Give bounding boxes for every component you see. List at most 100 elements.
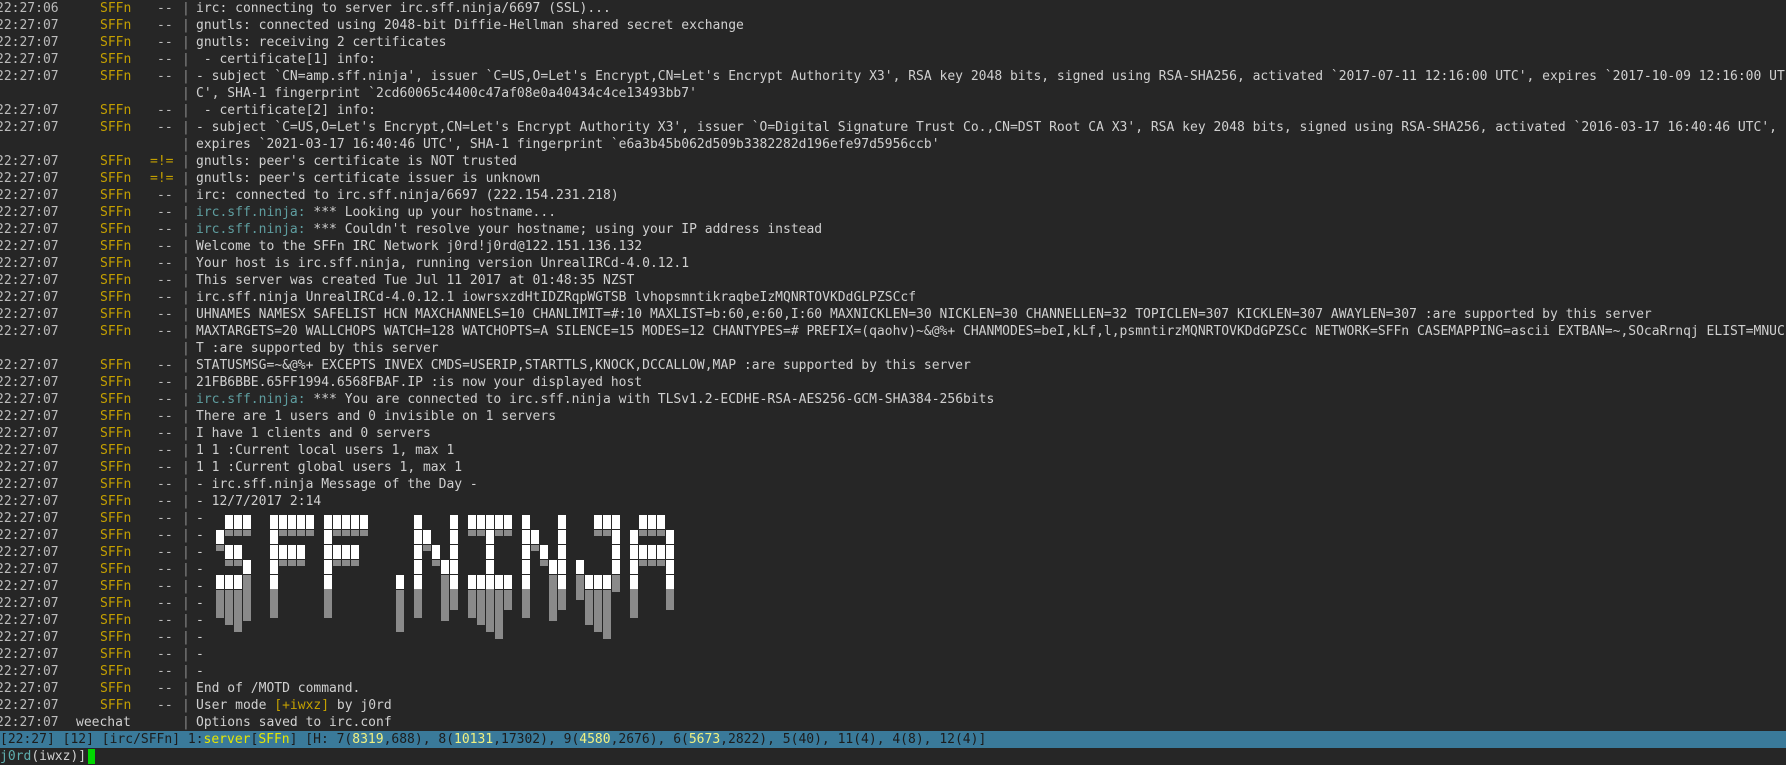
log-nick: SFFn xyxy=(100,647,132,662)
log-separator: | xyxy=(182,647,190,662)
log-separator: | xyxy=(182,596,190,611)
art-drip xyxy=(603,530,611,536)
art-drip xyxy=(243,575,251,621)
log-separator: | xyxy=(182,375,190,390)
log-prefix: -- xyxy=(157,426,173,441)
log-message: irc.sff.ninja: *** You are connected to … xyxy=(196,392,995,407)
art-drip xyxy=(234,590,242,632)
log-separator: | xyxy=(182,511,190,526)
log-line: 22:27:07 SFFn -- | Your host is irc.sff.ninj… xyxy=(0,255,1786,272)
status-buffer-count: [12] xyxy=(62,732,94,747)
log-separator: | xyxy=(182,630,190,645)
log-message: - certificate[2] info: xyxy=(196,103,377,118)
log-message: - 12/7/2017 2:14 xyxy=(196,494,322,509)
log-nick: SFFn xyxy=(100,35,132,50)
log-prefix: -- xyxy=(157,239,173,254)
art-block xyxy=(540,545,548,559)
log-line: 22:27:07 SFFn -- | This server was created T… xyxy=(0,272,1786,289)
art-block xyxy=(342,515,350,529)
log-separator: | xyxy=(182,460,190,475)
art-block xyxy=(639,515,647,529)
log-timestamp: 22:27:07 xyxy=(0,528,59,543)
log-timestamp: 22:27:07 xyxy=(0,52,59,67)
art-drip xyxy=(225,560,233,566)
log-timestamp: 22:27:07 xyxy=(0,426,59,441)
art-block xyxy=(468,515,476,529)
log-line: 22:27:07 SFFn -- | - certificate[1] info: xyxy=(0,51,1786,68)
log-nick: SFFn xyxy=(100,409,132,424)
input-bar[interactable]: j0rd(iwxz)] xyxy=(0,748,1786,765)
art-drip xyxy=(414,590,422,618)
log-timestamp: 22:27:07 xyxy=(0,375,59,390)
art-drip xyxy=(594,530,602,536)
art-block xyxy=(450,560,458,574)
input-nick: j0rd xyxy=(0,749,32,764)
log-timestamp: 22:27:07 xyxy=(0,647,59,662)
log-separator: | xyxy=(182,307,190,322)
log-nick: SFFn xyxy=(100,579,132,594)
log-message: irc: connected to irc.sff.ninja/6697 (22… xyxy=(196,188,619,203)
art-block xyxy=(270,515,278,529)
log-nick: SFFn xyxy=(100,528,132,543)
art-drip xyxy=(333,530,341,536)
log-prefix: -- xyxy=(157,188,173,203)
art-block xyxy=(306,515,314,529)
art-drip xyxy=(666,590,674,610)
log-timestamp: 22:27:07 xyxy=(0,18,59,33)
log-separator: | xyxy=(182,324,190,339)
art-block xyxy=(216,530,224,544)
log-message: gnutls: connected using 2048-bit Diffie-… xyxy=(196,18,744,33)
log-nick: SFFn xyxy=(100,103,132,118)
art-block xyxy=(432,545,440,559)
log-timestamp: 22:27:07 xyxy=(0,103,59,118)
log-nick: SFFn xyxy=(100,324,132,339)
art-block xyxy=(468,575,476,589)
art-block xyxy=(450,530,458,544)
art-block xyxy=(270,575,278,589)
art-block xyxy=(594,515,602,529)
log-separator: | xyxy=(182,290,190,305)
log-separator: | xyxy=(182,528,190,543)
log-nick: SFFn xyxy=(100,613,132,628)
server-host: irc.sff.ninja: xyxy=(196,222,306,237)
art-block xyxy=(558,545,566,559)
art-drip xyxy=(657,530,665,536)
log-separator: | xyxy=(182,409,190,424)
log-message: gnutls: receiving 2 certificates xyxy=(196,35,447,50)
log-timestamp: 22:27:07 xyxy=(0,154,59,169)
log-message: There are 1 users and 0 invisible on 1 s… xyxy=(196,409,557,424)
log-line: 22:27:07 SFFn -- | | - subject `C=US,O=Let's… xyxy=(0,119,1786,153)
input-cursor[interactable] xyxy=(88,749,96,764)
log-message: Your host is irc.sff.ninja, running vers… xyxy=(196,256,690,271)
log-separator: | xyxy=(182,443,190,458)
log-message: irc: connecting to server irc.sff.ninja/… xyxy=(196,1,611,16)
art-block xyxy=(333,545,341,559)
log-separator: | xyxy=(182,698,190,713)
art-block xyxy=(351,515,359,529)
log-line: 22:27:07 SFFn -- | User mode [+iwxz] by j0rd xyxy=(0,697,1786,714)
log-nick: SFFn xyxy=(100,562,132,577)
log-separator: | xyxy=(182,120,190,135)
log-timestamp: 22:27:07 xyxy=(0,256,59,271)
log-message: STATUSMSG=~&@%+ EXCEPTS INVEX CMDS=USERI… xyxy=(196,358,971,373)
log-separator: | xyxy=(182,613,190,628)
status-current-buffer[interactable]: 1:server[SFFn] xyxy=(188,732,298,747)
log-separator: | xyxy=(182,52,190,67)
art-block xyxy=(486,515,494,529)
art-drip xyxy=(324,590,332,618)
log-nick: SFFn xyxy=(100,392,132,407)
status-hotlist[interactable]: [H: 7(8319,688), 8(10131,17302), 9(4580,… xyxy=(305,732,986,747)
log-nick: SFFn xyxy=(100,630,132,645)
art-block xyxy=(558,530,566,544)
log-line: 22:27:07 SFFn -- | - irc.sff.ninja Message o… xyxy=(0,476,1786,493)
log-timestamp: 22:27:07 xyxy=(0,290,59,305)
art-block xyxy=(333,515,341,529)
log-nick: SFFn xyxy=(100,443,132,458)
log-message: - irc.sff.ninja Message of the Day - xyxy=(196,477,478,492)
art-block xyxy=(495,575,503,589)
log-prefix: -- xyxy=(157,69,173,84)
log-separator: | xyxy=(182,69,190,84)
log-nick: SFFn xyxy=(100,596,132,611)
log-separator: | xyxy=(182,273,190,288)
log-line: 22:27:07 SFFn =!= | gnutls: peer's certifica… xyxy=(0,170,1786,187)
